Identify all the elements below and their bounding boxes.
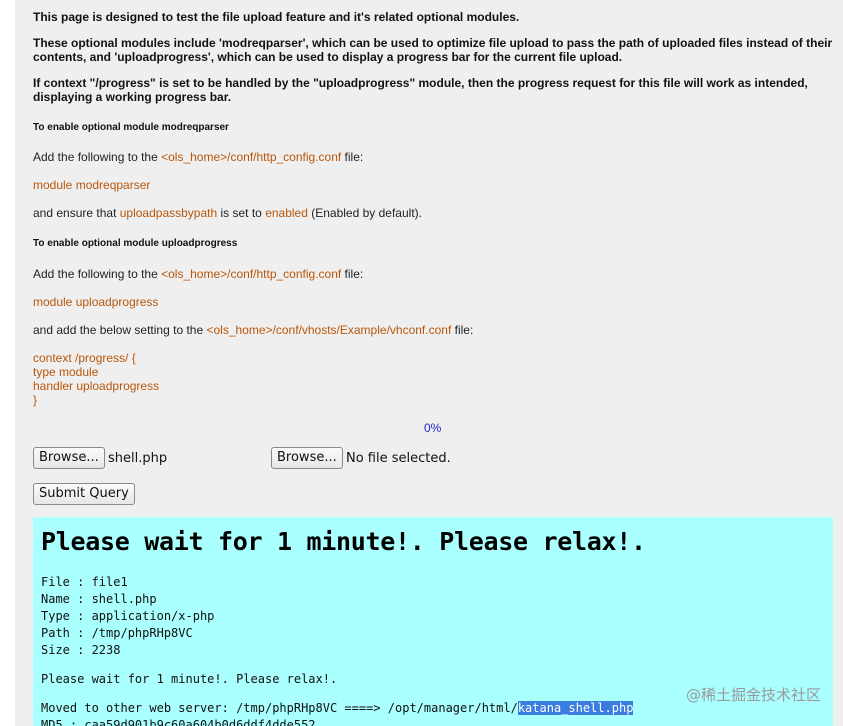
result-size: Size : 2238 (41, 643, 121, 657)
uploadpassbypath-key: uploadpassbypath (119, 206, 218, 220)
submit-query-button[interactable]: Submit Query (33, 483, 135, 505)
intro-paragraph-1: This page is designed to test the file u… (33, 10, 520, 24)
result-moved: Moved to other web server: /tmp/phpRHp8V… (41, 700, 634, 717)
modreqparser-module-line: module modreqparser (33, 178, 151, 192)
intro-paragraph-2a: These optional modules include 'modreqpa… (33, 36, 833, 50)
intro-paragraph-3b: displaying a working progress bar. (33, 90, 232, 104)
text: Add the following to the (33, 267, 162, 281)
http-config-path: <ols_home>/conf/http_config.conf (161, 267, 342, 281)
file1-name: shell.php (108, 451, 168, 466)
uploadprogress-add-line: Add the following to the <ols_home>/conf… (33, 267, 363, 281)
enabled-value: enabled (265, 206, 308, 220)
context-line-4: } (33, 393, 38, 407)
uploadprogress-heading: To enable optional module uploadprogress (33, 238, 238, 249)
modreqparser-add-line: Add the following to the <ols_home>/conf… (33, 150, 363, 164)
text: and ensure that (33, 206, 120, 220)
file2-name: No file selected. (346, 451, 451, 466)
http-config-path: <ols_home>/conf/http_config.conf (161, 150, 342, 164)
vhconf-path: <ols_home>/conf/vhosts/Example/vhconf.co… (206, 323, 452, 337)
text: file: (341, 267, 364, 281)
context-line-1: context /progress/ { (33, 351, 136, 365)
result-wait: Please wait for 1 minute!. Please relax!… (41, 672, 338, 686)
context-line-3: handler uploadprogress (33, 379, 160, 393)
text: and add the below setting to the (33, 323, 207, 337)
modreqparser-ensure-line: and ensure that uploadpassbypath is set … (33, 206, 422, 220)
result-heading: Please wait for 1 minute!. Please relax!… (41, 527, 646, 556)
moved-filename-selection[interactable]: katana_shell.php (517, 701, 634, 715)
watermark: @稀土掘金技术社区 (685, 686, 821, 704)
intro-paragraph-2b: contents, and 'uploadprogress', which ca… (33, 50, 623, 64)
result-path: Path : /tmp/phpRHp8VC (41, 626, 193, 640)
text: file: (451, 323, 474, 337)
text: is set to (217, 206, 266, 220)
browse-button-2[interactable]: Browse... (271, 447, 343, 469)
result-type: Type : application/x-php (41, 609, 215, 623)
text: Moved to other web server: /tmp/phpRHp8V… (41, 701, 518, 715)
context-line-2: type module (33, 365, 99, 379)
intro-paragraph-3a: If context "/progress" is set to be hand… (33, 76, 808, 90)
uploadprogress-module-line: module uploadprogress (33, 295, 159, 309)
result-md5: MD5 : caa59d901b9c60a604b0d6ddf4dde552 (41, 718, 316, 726)
text: (Enabled by default). (307, 206, 422, 220)
result-name: Name : shell.php (41, 592, 157, 606)
result-file: File : file1 (41, 575, 128, 589)
uploadprogress-add2-line: and add the below setting to the <ols_ho… (33, 323, 473, 337)
browse-button-1[interactable]: Browse... (33, 447, 105, 469)
text: file: (341, 150, 364, 164)
modreqparser-heading: To enable optional module modreqparser (33, 122, 229, 133)
text: Add the following to the (33, 150, 162, 164)
progress-percent: 0% (424, 421, 442, 435)
